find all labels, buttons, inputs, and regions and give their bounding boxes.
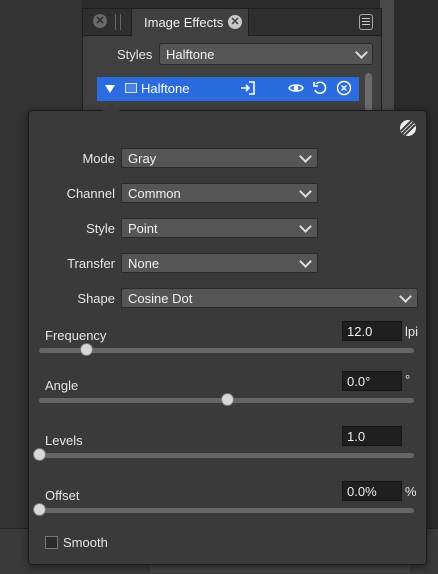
- chevron-down-icon: [299, 185, 312, 198]
- frequency-unit: lpi: [405, 324, 419, 339]
- reset-icon[interactable]: [311, 80, 329, 98]
- frequency-input[interactable]: 12.0: [342, 321, 402, 341]
- angle-input[interactable]: 0.0°: [342, 371, 402, 391]
- chevron-down-icon: [299, 255, 312, 268]
- frequency-slider-thumb[interactable]: [79, 343, 93, 356]
- tab-image-effects[interactable]: Image Effects ✕: [131, 9, 249, 36]
- levels-slider[interactable]: [33, 448, 414, 461]
- offset-unit: %: [405, 484, 417, 499]
- close-icon[interactable]: ✕: [93, 14, 107, 28]
- angle-slider[interactable]: [39, 393, 414, 406]
- eye-icon[interactable]: [287, 80, 305, 98]
- chevron-down-icon: [299, 220, 312, 233]
- angle-unit: °: [405, 372, 411, 387]
- disclosure-triangle-icon[interactable]: [105, 85, 115, 93]
- chevron-down-icon: [299, 150, 312, 163]
- style-label: Style: [86, 221, 115, 236]
- levels-slider-thumb[interactable]: [33, 448, 46, 461]
- panel-tab-bar: ✕ Image Effects ✕: [83, 9, 381, 36]
- background-scroll-strip: [380, 0, 394, 110]
- panel-scrollbar[interactable]: [365, 73, 372, 115]
- smooth-checkbox[interactable]: [45, 536, 58, 549]
- levels-input[interactable]: 1.0: [342, 426, 402, 446]
- angle-value: 0.0°: [347, 374, 371, 389]
- styles-value: Halftone: [166, 47, 215, 62]
- halftone-popover: Mode Gray Channel Common Style Point Tra…: [28, 102, 427, 565]
- image-effects-panel: ✕ Image Effects ✕ Styles Halftone Halfto…: [82, 8, 382, 120]
- remove-icon[interactable]: [335, 80, 353, 98]
- offset-slider[interactable]: [33, 503, 414, 516]
- frequency-label: Frequency: [45, 328, 107, 343]
- channel-select[interactable]: Common: [121, 183, 318, 203]
- offset-input[interactable]: 0.0%: [342, 481, 402, 501]
- style-select[interactable]: Point: [121, 218, 318, 238]
- offset-value: 0.0%: [347, 484, 377, 499]
- angle-label: Angle: [45, 378, 79, 393]
- channel-label: Channel: [66, 186, 115, 201]
- levels-value: 1.0: [347, 429, 366, 444]
- style-value: Point: [128, 221, 158, 236]
- angle-slider-thumb[interactable]: [220, 393, 234, 406]
- channel-value: Common: [128, 186, 181, 201]
- effect-row-halftone[interactable]: Halftone: [97, 77, 359, 101]
- tab-close-icon[interactable]: ✕: [228, 15, 242, 29]
- chevron-down-icon: [355, 46, 368, 59]
- smooth-label: Smooth: [63, 535, 108, 550]
- mode-select[interactable]: Gray: [121, 148, 318, 168]
- frequency-value: 12.0: [347, 324, 373, 339]
- transfer-label: Transfer: [67, 256, 115, 271]
- panel-menu-icon[interactable]: [359, 14, 373, 30]
- popover-arrow: [102, 102, 120, 111]
- chevron-down-icon: [399, 290, 412, 303]
- panel-title: Image Effects: [144, 15, 224, 30]
- offset-slider-thumb[interactable]: [33, 503, 46, 516]
- mode-label: Mode: [82, 151, 115, 166]
- layer-thumb-icon: [125, 83, 137, 93]
- frequency-slider[interactable]: [39, 343, 414, 356]
- export-icon[interactable]: [239, 80, 257, 98]
- shape-label: Shape: [77, 291, 115, 306]
- offset-label: Offset: [45, 488, 80, 503]
- effect-name: Halftone: [141, 81, 190, 96]
- styles-label: Styles: [117, 47, 153, 62]
- mode-value: Gray: [128, 151, 157, 166]
- transfer-value: None: [128, 256, 160, 271]
- transfer-select[interactable]: None: [121, 253, 318, 273]
- shape-select[interactable]: Cosine Dot: [121, 288, 418, 308]
- shape-value: Cosine Dot: [128, 291, 193, 306]
- grip-icon[interactable]: [115, 14, 121, 30]
- styles-select[interactable]: Halftone: [159, 43, 373, 65]
- halftone-icon[interactable]: [400, 120, 416, 136]
- levels-label: Levels: [45, 433, 83, 448]
